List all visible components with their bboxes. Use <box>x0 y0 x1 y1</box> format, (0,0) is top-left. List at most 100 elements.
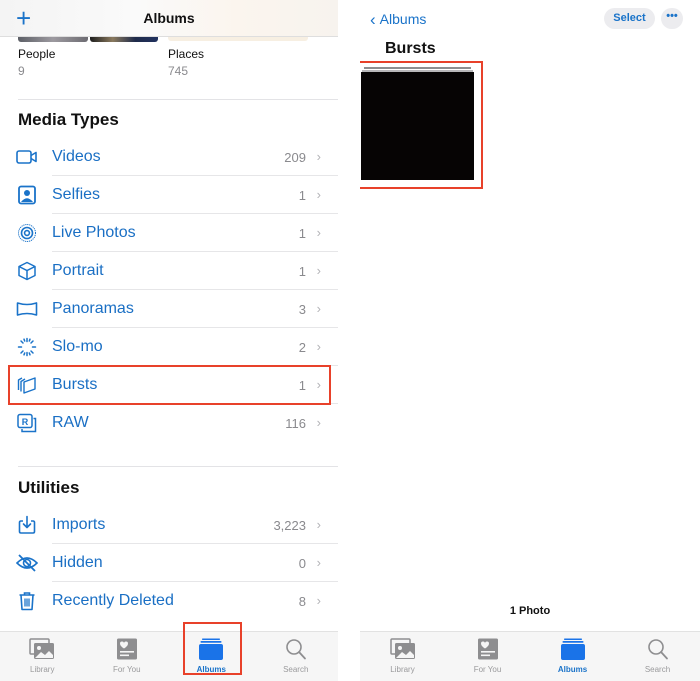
places-thumbnail[interactable] <box>168 37 308 41</box>
row-label: RAW <box>52 414 89 431</box>
people-thumbnail-2[interactable] <box>90 37 158 42</box>
tab-for-you[interactable]: For You <box>85 632 170 681</box>
chevron-right-icon: › <box>316 149 321 164</box>
search-icon <box>645 638 671 660</box>
row-label: Videos <box>52 148 101 165</box>
chevron-right-icon: › <box>316 517 321 532</box>
chevron-right-icon: › <box>316 555 321 570</box>
page-title: Albums <box>143 10 195 26</box>
albums-nav-bar: + Albums <box>0 0 338 37</box>
photo-count: 1 Photo <box>509 605 551 617</box>
chevron-right-icon: › <box>316 225 321 240</box>
media-type-panoramas[interactable]: Panoramas 3 › <box>0 290 338 328</box>
row-count: 0 <box>298 556 306 571</box>
tab-for-you[interactable]: For You <box>445 632 530 681</box>
for-you-icon <box>114 638 140 660</box>
row-label: Recently Deleted <box>52 592 174 609</box>
utility-recently-deleted[interactable]: Recently Deleted 8 › <box>0 582 338 620</box>
tab-label: For You <box>112 665 141 674</box>
albums-screen: + Albums People 9 Places 745 Media Types… <box>0 0 338 681</box>
media-type-videos[interactable]: Videos 209 › <box>0 138 338 176</box>
chevron-right-icon: › <box>316 263 321 278</box>
tab-library[interactable]: Library <box>0 632 85 681</box>
utilities-heading: Utilities <box>18 478 80 497</box>
divider <box>18 99 338 100</box>
tab-bar: Library For You Albums Search <box>0 631 338 681</box>
row-label: Bursts <box>52 376 98 393</box>
chevron-right-icon: › <box>316 377 321 392</box>
tab-label: Library <box>30 665 55 674</box>
more-options-button[interactable]: ••• <box>661 8 683 29</box>
media-type-slo-mo[interactable]: Slo-mo 2 › <box>0 328 338 366</box>
media-type-portrait[interactable]: Portrait 1 › <box>0 252 338 290</box>
media-type-bursts[interactable]: Bursts 1 › <box>0 366 338 404</box>
media-type-raw[interactable]: R RAW 116 › <box>0 404 338 442</box>
chevron-left-icon: ‹ <box>370 10 376 29</box>
chevron-right-icon: › <box>316 339 321 354</box>
import-icon <box>16 515 38 535</box>
tab-label: Search <box>644 665 671 674</box>
tab-bar: Library For You Albums Search <box>360 631 700 681</box>
tab-label: Albums <box>196 665 226 674</box>
selfie-icon <box>16 185 38 205</box>
row-count: 209 <box>284 150 306 165</box>
tab-label: Search <box>283 665 309 674</box>
tab-library[interactable]: Library <box>360 632 445 681</box>
svg-text:R: R <box>22 417 29 427</box>
row-count: 3 <box>298 302 306 317</box>
divider <box>18 466 338 467</box>
tab-albums[interactable]: Albums <box>169 632 254 681</box>
album-nav-bar: ‹ Albums Select ••• <box>360 0 700 37</box>
eye-slash-icon <box>16 553 38 573</box>
row-label: Imports <box>52 516 106 533</box>
library-icon <box>29 638 55 660</box>
media-type-live-photos[interactable]: Live Photos 1 › <box>0 214 338 252</box>
video-icon <box>16 147 38 167</box>
live-photo-icon <box>16 223 38 243</box>
row-count: 8 <box>298 594 306 609</box>
album-thumbnails <box>18 37 318 42</box>
utility-imports[interactable]: Imports 3,223 › <box>0 506 338 544</box>
chevron-right-icon: › <box>316 415 321 430</box>
media-types-heading: Media Types <box>18 110 119 129</box>
back-button[interactable]: ‹ Albums <box>370 9 426 29</box>
people-album[interactable]: People 9 <box>18 47 55 78</box>
row-count: 2 <box>298 340 306 355</box>
for-you-icon <box>475 638 501 660</box>
chevron-right-icon: › <box>316 187 321 202</box>
places-count: 745 <box>168 64 189 78</box>
select-button[interactable]: Select <box>604 8 655 29</box>
library-icon <box>389 638 416 660</box>
bursts-album-screen: ‹ Albums Select ••• Bursts 1 Photo Librar… <box>360 0 700 681</box>
tab-search[interactable]: Search <box>254 632 339 681</box>
albums-icon <box>560 638 586 660</box>
tab-label: Library <box>390 665 415 674</box>
tab-label: For You <box>473 665 502 674</box>
album-title: Bursts <box>385 40 436 57</box>
burst-stack-edge <box>364 67 471 69</box>
burst-photo <box>361 72 474 180</box>
row-label: Panoramas <box>52 300 134 317</box>
tab-search[interactable]: Search <box>615 632 700 681</box>
places-album[interactable]: Places 745 <box>168 47 204 78</box>
row-count: 3,223 <box>273 518 306 533</box>
tab-albums[interactable]: Albums <box>530 632 615 681</box>
row-label: Slo-mo <box>52 338 103 355</box>
burst-photo-thumbnail[interactable] <box>361 64 474 180</box>
bursts-icon <box>16 375 38 395</box>
media-type-selfies[interactable]: Selfies 1 › <box>0 176 338 214</box>
slomo-icon <box>16 337 38 357</box>
row-label: Live Photos <box>52 224 136 241</box>
utility-hidden[interactable]: Hidden 0 › <box>0 544 338 582</box>
trash-icon <box>16 591 38 611</box>
people-thumbnail-1[interactable] <box>18 37 88 42</box>
row-label: Hidden <box>52 554 103 571</box>
people-label: People <box>18 47 56 61</box>
tab-label: Albums <box>557 665 588 674</box>
back-label: Albums <box>379 11 427 27</box>
row-count: 116 <box>285 416 306 431</box>
row-count: 1 <box>298 188 306 203</box>
row-count: 1 <box>298 226 306 241</box>
search-icon <box>283 638 309 660</box>
people-count: 9 <box>18 64 25 78</box>
